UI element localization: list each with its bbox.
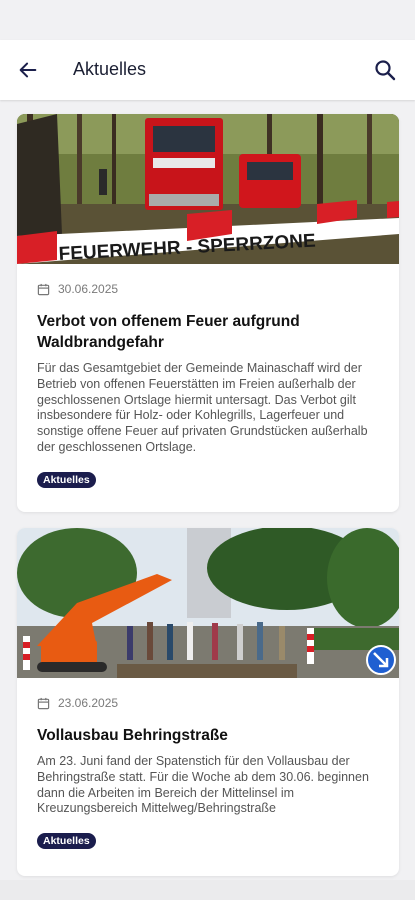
calendar-icon	[37, 283, 50, 295]
news-card[interactable]: 23.06.2025 Vollausbau Behringstraße Am 2…	[17, 528, 399, 876]
search-button[interactable]	[371, 56, 399, 84]
search-icon	[375, 60, 396, 81]
navigation-bar	[0, 880, 415, 900]
status-bar	[0, 0, 415, 40]
groundbreaking-image	[17, 528, 399, 678]
article-title[interactable]: Vollausbau Behringstraße	[37, 725, 379, 746]
category-badge[interactable]: Aktuelles	[37, 471, 96, 488]
article-date: 23.06.2025	[58, 696, 119, 710]
article-excerpt: Für das Gesamtgebiet der Gemeinde Mainas…	[37, 361, 368, 454]
app-bar: Aktuelles	[0, 40, 415, 100]
date-row: 23.06.2025	[37, 696, 379, 710]
arrow-left-icon	[19, 62, 37, 78]
article-excerpt: Am 23. Juni fand der Spatenstich für den…	[37, 754, 369, 816]
article-date: 30.06.2025	[58, 282, 119, 296]
news-feed[interactable]: FEUERWEHR - SPERRZONE 30.06.2025 Verbot …	[0, 100, 415, 880]
date-row: 30.06.2025	[37, 282, 379, 296]
article-title[interactable]: Verbot von offenem Feuer aufgrund Waldbr…	[37, 311, 379, 353]
category-badge[interactable]: Aktuelles	[37, 833, 96, 850]
calendar-icon	[37, 697, 50, 709]
back-button[interactable]	[14, 56, 42, 84]
fire-truck-image: FEUERWEHR - SPERRZONE	[17, 114, 399, 264]
page-title: Aktuelles	[73, 59, 147, 79]
news-card[interactable]: FEUERWEHR - SPERRZONE 30.06.2025 Verbot …	[17, 114, 399, 512]
